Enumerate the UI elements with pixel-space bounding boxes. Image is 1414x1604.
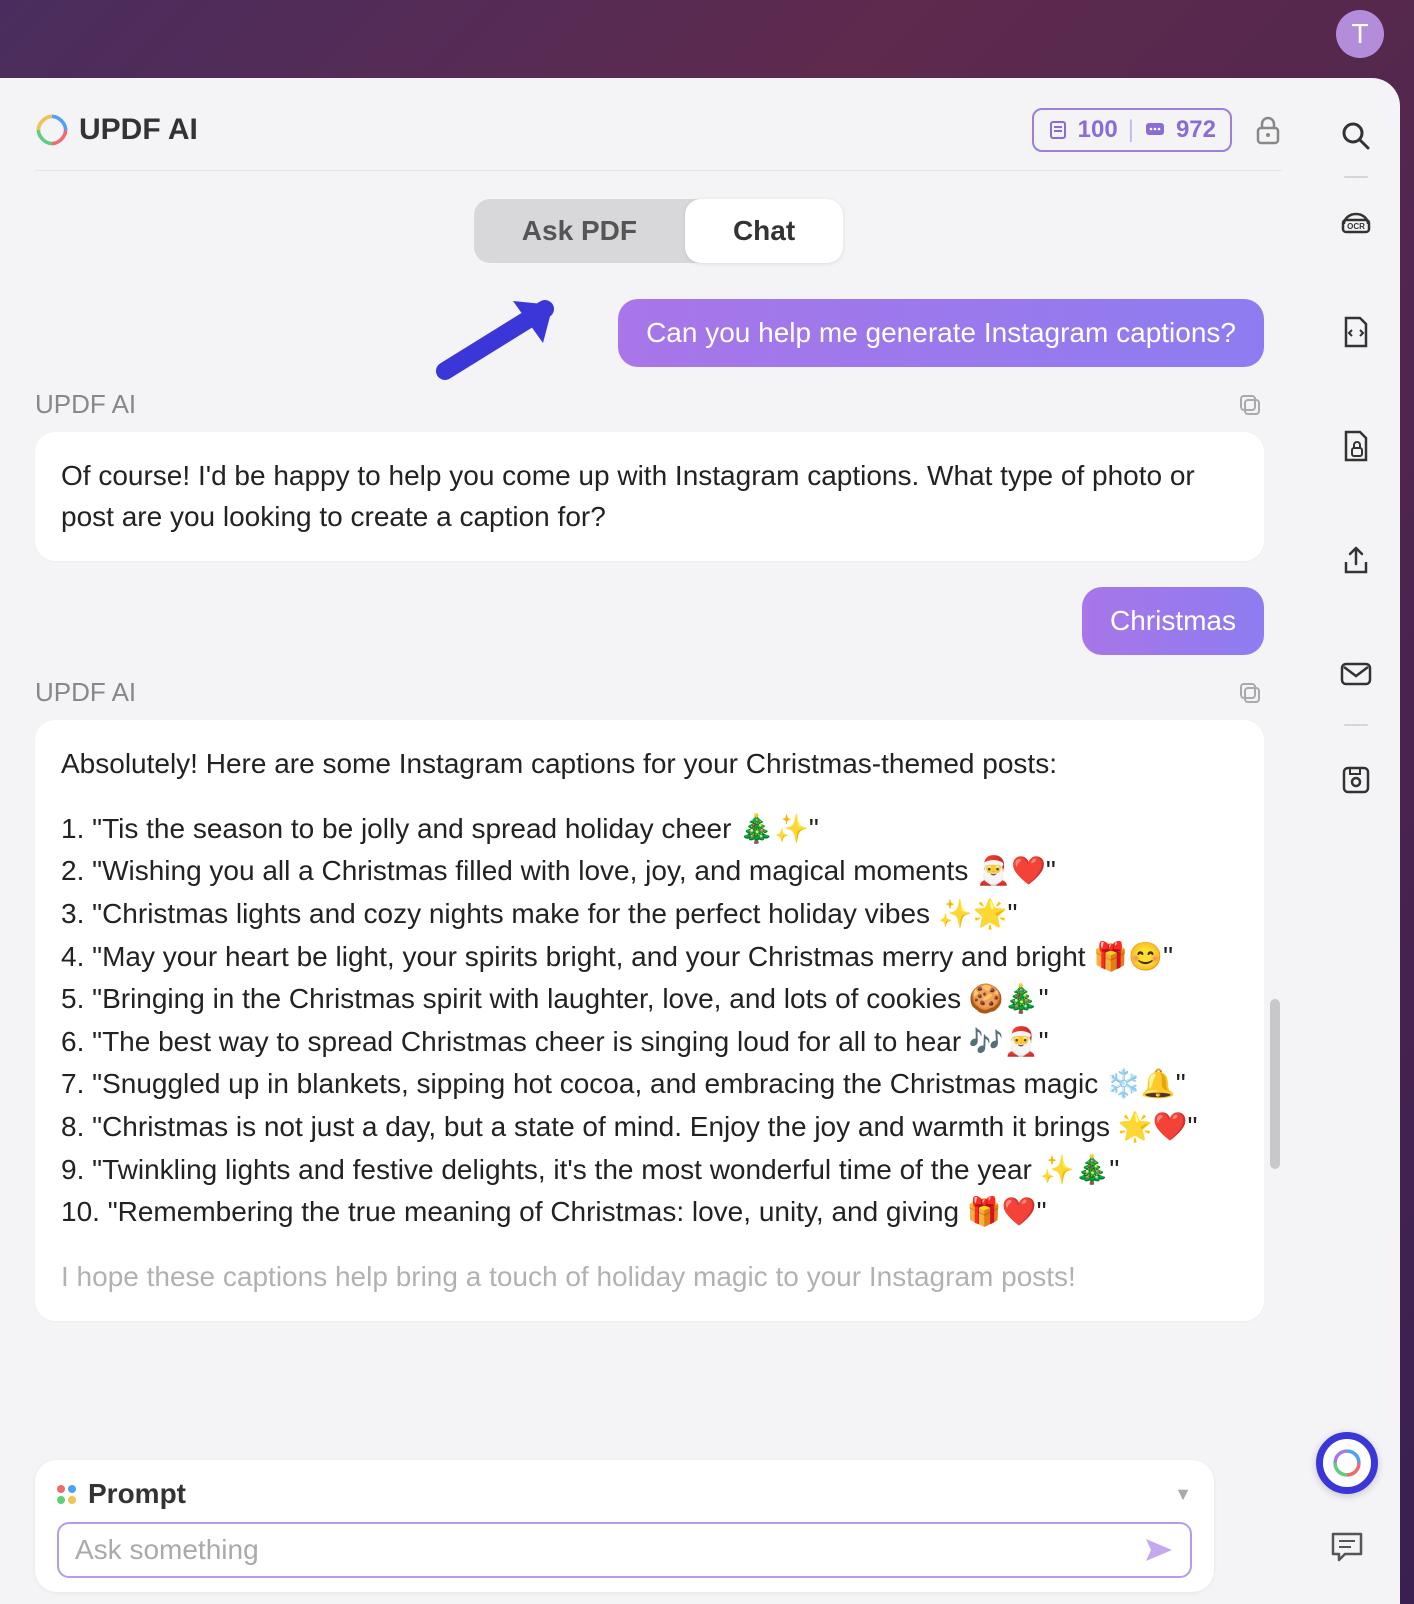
ai-name-label: UPDF AI bbox=[35, 677, 136, 708]
scrollbar-thumb[interactable] bbox=[1270, 999, 1280, 1169]
mail-icon[interactable] bbox=[1336, 654, 1376, 694]
composer: Prompt ▼ bbox=[35, 1460, 1214, 1592]
page-count: 100 bbox=[1078, 116, 1118, 144]
convert-icon[interactable] bbox=[1336, 312, 1376, 352]
message-input[interactable] bbox=[75, 1534, 1144, 1566]
user-message: Can you help me generate Instagram capti… bbox=[618, 299, 1264, 367]
caption-item: 5. "Bringing in the Christmas spirit wit… bbox=[61, 979, 1238, 1020]
ai-name-label: UPDF AI bbox=[35, 389, 136, 420]
app-title: UPDF AI bbox=[79, 113, 1032, 147]
ai-outro-text: I hope these captions help bring a touch… bbox=[61, 1257, 1238, 1298]
chat-bubble-icon bbox=[1144, 120, 1166, 140]
caption-item: 4. "May your heart be light, your spirit… bbox=[61, 937, 1238, 978]
main-panel: UPDF AI 100 | 972 Ask PDF Chat bbox=[0, 78, 1400, 1604]
page-icon bbox=[1048, 120, 1068, 140]
ai-fab-button[interactable] bbox=[1316, 1432, 1378, 1494]
credit-count: 972 bbox=[1176, 116, 1216, 144]
caption-item: 1. "Tis the season to be jolly and sprea… bbox=[61, 809, 1238, 850]
tab-ask-pdf[interactable]: Ask PDF bbox=[474, 199, 685, 263]
sidebar: OCR bbox=[1312, 78, 1400, 1604]
prompt-dots-icon bbox=[57, 1485, 76, 1504]
ai-message: Of course! I'd be happy to help you come… bbox=[35, 432, 1264, 561]
user-avatar[interactable]: T bbox=[1336, 10, 1384, 58]
ocr-icon[interactable]: OCR bbox=[1336, 198, 1376, 238]
caption-item: 2. "Wishing you all a Christmas filled w… bbox=[61, 851, 1238, 892]
chat-area: Can you help me generate Instagram capti… bbox=[35, 299, 1282, 1604]
app-logo-icon bbox=[35, 113, 69, 147]
arrow-annotation-icon bbox=[435, 299, 565, 381]
divider bbox=[1344, 176, 1368, 178]
lock-icon[interactable] bbox=[1254, 114, 1282, 146]
ai-message: Absolutely! Here are some Instagram capt… bbox=[35, 720, 1264, 1321]
caption-item: 3. "Christmas lights and cozy nights mak… bbox=[61, 894, 1238, 935]
usage-counts[interactable]: 100 | 972 bbox=[1032, 108, 1232, 152]
svg-text:OCR: OCR bbox=[1347, 222, 1365, 231]
protect-icon[interactable] bbox=[1336, 426, 1376, 466]
caption-item: 7. "Snuggled up in blankets, sipping hot… bbox=[61, 1064, 1238, 1105]
caption-item: 8. "Christmas is not just a day, but a s… bbox=[61, 1107, 1238, 1148]
tab-bar: Ask PDF Chat bbox=[35, 199, 1282, 263]
copy-icon[interactable] bbox=[1236, 391, 1264, 419]
chevron-down-icon: ▼ bbox=[1174, 1484, 1192, 1505]
search-icon[interactable] bbox=[1336, 116, 1376, 156]
app-logo-icon bbox=[1330, 1446, 1364, 1480]
caption-item: 6. "The best way to spread Christmas che… bbox=[61, 1022, 1238, 1063]
header: UPDF AI 100 | 972 bbox=[35, 108, 1282, 171]
prompt-selector[interactable]: Prompt ▼ bbox=[57, 1478, 1192, 1510]
caption-item: 9. "Twinkling lights and festive delight… bbox=[61, 1150, 1238, 1191]
chat-lines-icon[interactable] bbox=[1328, 1528, 1366, 1566]
user-message: Christmas bbox=[1082, 587, 1264, 655]
send-icon[interactable] bbox=[1144, 1537, 1174, 1563]
save-icon[interactable] bbox=[1336, 760, 1376, 800]
separator: | bbox=[1128, 116, 1134, 144]
ai-intro-text: Absolutely! Here are some Instagram capt… bbox=[61, 744, 1238, 785]
share-icon[interactable] bbox=[1336, 540, 1376, 580]
tab-chat[interactable]: Chat bbox=[685, 199, 843, 263]
caption-item: 10. "Remembering the true meaning of Chr… bbox=[61, 1192, 1238, 1233]
copy-icon[interactable] bbox=[1236, 679, 1264, 707]
divider bbox=[1344, 724, 1368, 726]
prompt-label: Prompt bbox=[88, 1478, 186, 1510]
